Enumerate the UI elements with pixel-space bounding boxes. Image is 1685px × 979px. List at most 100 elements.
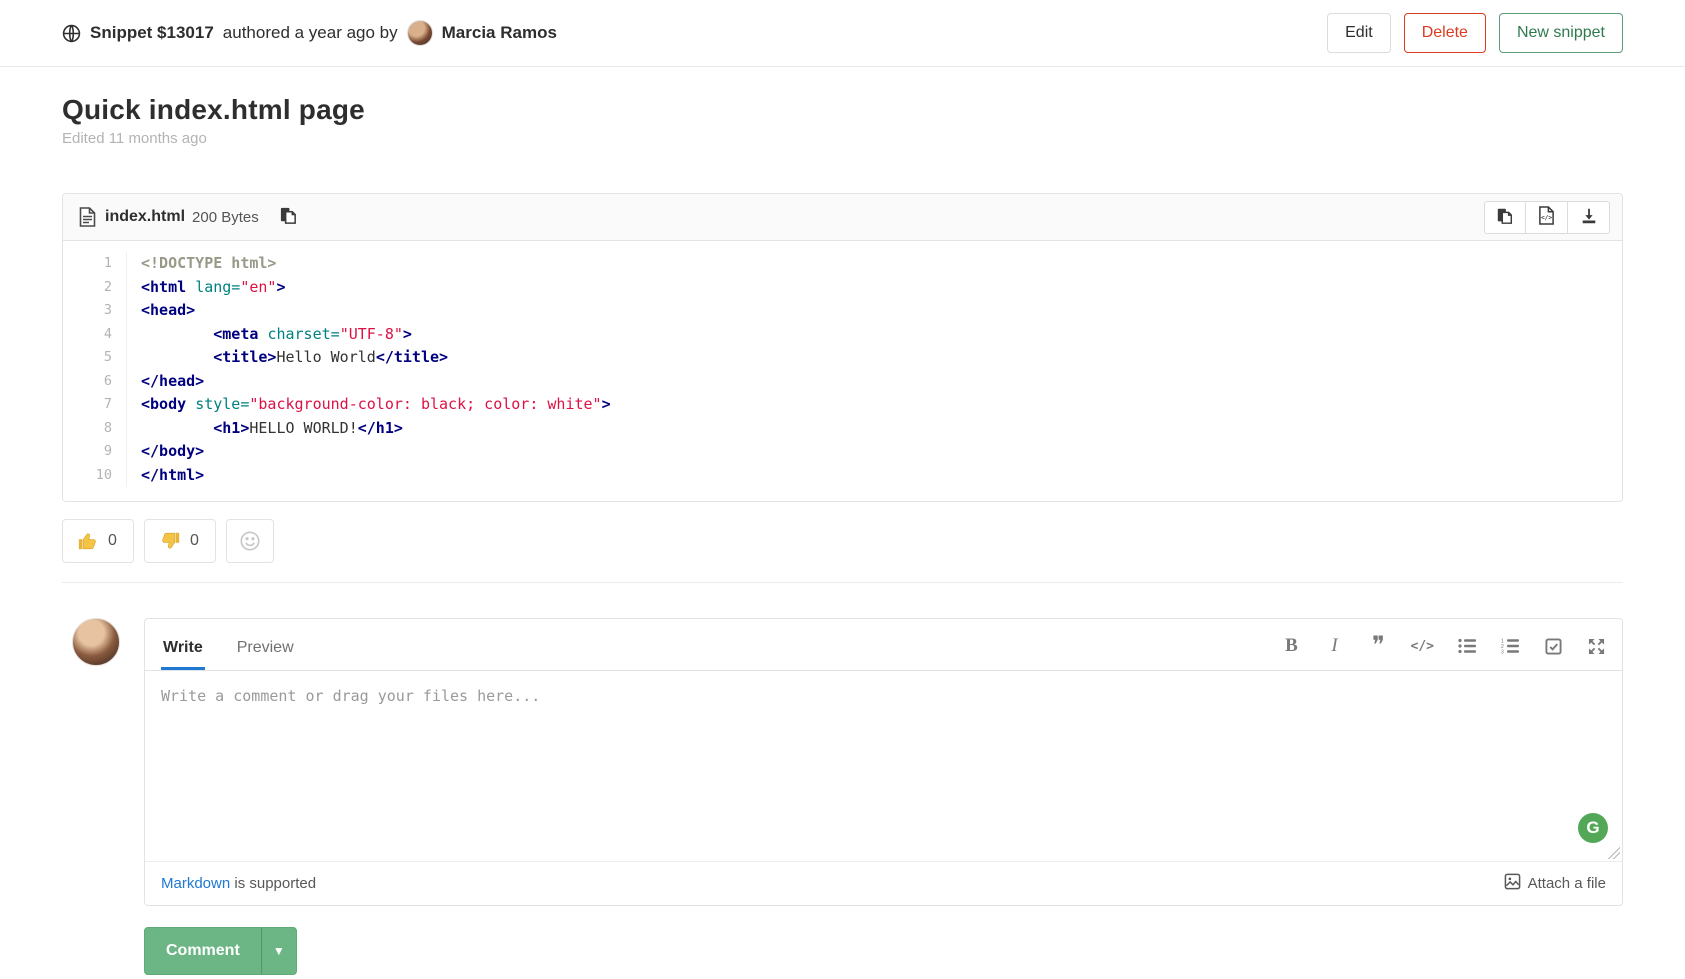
thumbs-up-button[interactable]: 0 bbox=[62, 519, 134, 563]
edit-button[interactable]: Edit bbox=[1327, 13, 1391, 53]
code-icon: </> bbox=[1411, 639, 1434, 654]
insert-code-button[interactable]: </> bbox=[1411, 636, 1434, 656]
code-line-content: <!DOCTYPE html> bbox=[127, 252, 276, 276]
markdown-link[interactable]: Markdown bbox=[161, 875, 230, 892]
comment-split-button: Comment ▼ bbox=[144, 927, 297, 975]
code-line: 8 <h1>HELLO WORLD!</h1> bbox=[63, 417, 1622, 441]
globe-icon bbox=[62, 24, 81, 43]
fullscreen-button[interactable] bbox=[1586, 636, 1606, 656]
comment-form-footer: Markdown is supported Attach a file bbox=[145, 861, 1622, 905]
thumbs-down-count: 0 bbox=[190, 532, 199, 550]
file-viewer: index.html 200 Bytes bbox=[62, 193, 1623, 502]
line-number[interactable]: 3 bbox=[63, 299, 127, 323]
code-line: 3<head> bbox=[63, 299, 1622, 323]
code-line-content: </html> bbox=[127, 464, 204, 488]
quote-button[interactable]: ❞ bbox=[1368, 636, 1388, 656]
award-emoji-row: 0 0 bbox=[62, 519, 1623, 583]
code-line-content: <meta charset="UTF-8"> bbox=[127, 323, 412, 347]
line-number[interactable]: 7 bbox=[63, 393, 127, 417]
code-line: 2<html lang="en"> bbox=[63, 276, 1622, 300]
svg-text:</>: </> bbox=[1541, 215, 1552, 222]
snippet-meta: Snippet $13017 authored a year ago by Ma… bbox=[62, 20, 557, 46]
task-list-button[interactable] bbox=[1543, 636, 1563, 656]
copy-file-contents-button[interactable] bbox=[277, 204, 300, 230]
code-line: 5 <title>Hello World</title> bbox=[63, 346, 1622, 370]
line-number[interactable]: 2 bbox=[63, 276, 127, 300]
code-line-content: <h1>HELLO WORLD!</h1> bbox=[127, 417, 403, 441]
author-avatar[interactable] bbox=[407, 20, 433, 46]
bold-icon: B bbox=[1285, 635, 1298, 657]
code-line-content: <title>Hello World</title> bbox=[127, 346, 448, 370]
tab-write[interactable]: Write bbox=[161, 624, 205, 670]
file-header: index.html 200 Bytes bbox=[63, 194, 1622, 241]
line-number[interactable]: 1 bbox=[63, 252, 127, 276]
comment-input[interactable] bbox=[145, 671, 1622, 861]
line-number[interactable]: 4 bbox=[63, 323, 127, 347]
comment-form: Write Preview B I ❞ </> bbox=[144, 618, 1623, 906]
tab-preview[interactable]: Preview bbox=[235, 624, 296, 670]
code-line: 4 <meta charset="UTF-8"> bbox=[63, 323, 1622, 347]
file-name: index.html bbox=[105, 208, 185, 226]
bold-button[interactable]: B bbox=[1282, 636, 1302, 656]
edited-timestamp: Edited 11 months ago bbox=[62, 130, 1623, 147]
code-line: 9</body> bbox=[63, 440, 1622, 464]
attach-file-label: Attach a file bbox=[1528, 875, 1606, 892]
document-icon bbox=[79, 207, 96, 227]
grammarly-badge[interactable]: G bbox=[1578, 813, 1608, 843]
code-block: 1<!DOCTYPE html>2<html lang="en">3<head>… bbox=[63, 241, 1622, 501]
bullet-list-button[interactable] bbox=[1457, 636, 1477, 656]
line-number[interactable]: 8 bbox=[63, 417, 127, 441]
italic-icon: I bbox=[1331, 635, 1337, 657]
comment-section: Write Preview B I ❞ </> bbox=[62, 618, 1623, 906]
thumbs-up-icon bbox=[77, 530, 99, 552]
code-line-content: </head> bbox=[127, 370, 204, 394]
file-action-group: </> bbox=[1484, 201, 1610, 234]
open-raw-button[interactable]: </> bbox=[1526, 201, 1568, 234]
authored-text: authored a year ago by bbox=[223, 23, 398, 43]
markdown-hint-rest: is supported bbox=[230, 875, 316, 892]
copy-file-contents-icon bbox=[279, 206, 298, 228]
fullscreen-icon bbox=[1588, 638, 1605, 655]
line-number[interactable]: 5 bbox=[63, 346, 127, 370]
copy-icon bbox=[1496, 207, 1514, 228]
thumbs-up-count: 0 bbox=[108, 532, 117, 550]
file-size: 200 Bytes bbox=[192, 209, 259, 226]
snippet-actions: Edit Delete New snippet bbox=[1327, 13, 1623, 53]
code-line: 6</head> bbox=[63, 370, 1622, 394]
resize-handle[interactable] bbox=[1607, 846, 1620, 859]
copy-contents-button[interactable] bbox=[1484, 201, 1526, 234]
author-name[interactable]: Marcia Ramos bbox=[442, 23, 557, 43]
comment-submit-button[interactable]: Comment bbox=[145, 928, 261, 974]
new-snippet-button[interactable]: New snippet bbox=[1499, 13, 1623, 53]
attach-file-button[interactable]: Attach a file bbox=[1504, 873, 1606, 894]
add-reaction-button[interactable] bbox=[226, 519, 274, 563]
chevron-down-icon: ▼ bbox=[273, 944, 285, 958]
page-title: Quick index.html page bbox=[62, 94, 1623, 126]
svg-text:3: 3 bbox=[1501, 650, 1504, 655]
markdown-toolbar: B I ❞ </> bbox=[1282, 636, 1606, 670]
thumbs-down-icon bbox=[159, 530, 181, 552]
comment-options-dropdown[interactable]: ▼ bbox=[261, 928, 296, 974]
submit-row: Comment ▼ bbox=[62, 927, 1623, 979]
line-number[interactable]: 6 bbox=[63, 370, 127, 394]
code-line: 7<body style="background-color: black; c… bbox=[63, 393, 1622, 417]
current-user-avatar bbox=[72, 618, 120, 666]
attach-file-icon bbox=[1504, 873, 1521, 894]
thumbs-down-button[interactable]: 0 bbox=[144, 519, 216, 563]
numbered-list-button[interactable]: 1 2 3 bbox=[1500, 636, 1520, 656]
markdown-hint: Markdown is supported bbox=[161, 875, 316, 892]
line-number[interactable]: 9 bbox=[63, 440, 127, 464]
code-lines: 1<!DOCTYPE html>2<html lang="en">3<head>… bbox=[63, 252, 1622, 487]
snippet-id: Snippet $13017 bbox=[90, 23, 214, 43]
line-number[interactable]: 10 bbox=[63, 464, 127, 488]
code-line-content: <head> bbox=[127, 299, 195, 323]
numbered-list-icon: 1 2 3 bbox=[1501, 638, 1519, 654]
italic-button[interactable]: I bbox=[1325, 636, 1345, 656]
add-reaction-smiley-icon bbox=[239, 530, 261, 552]
code-line: 1<!DOCTYPE html> bbox=[63, 252, 1622, 276]
download-button[interactable] bbox=[1568, 201, 1610, 234]
quote-icon: ❞ bbox=[1372, 641, 1383, 651]
bullet-list-icon bbox=[1458, 638, 1476, 654]
download-icon bbox=[1580, 207, 1598, 228]
delete-button[interactable]: Delete bbox=[1404, 13, 1486, 53]
